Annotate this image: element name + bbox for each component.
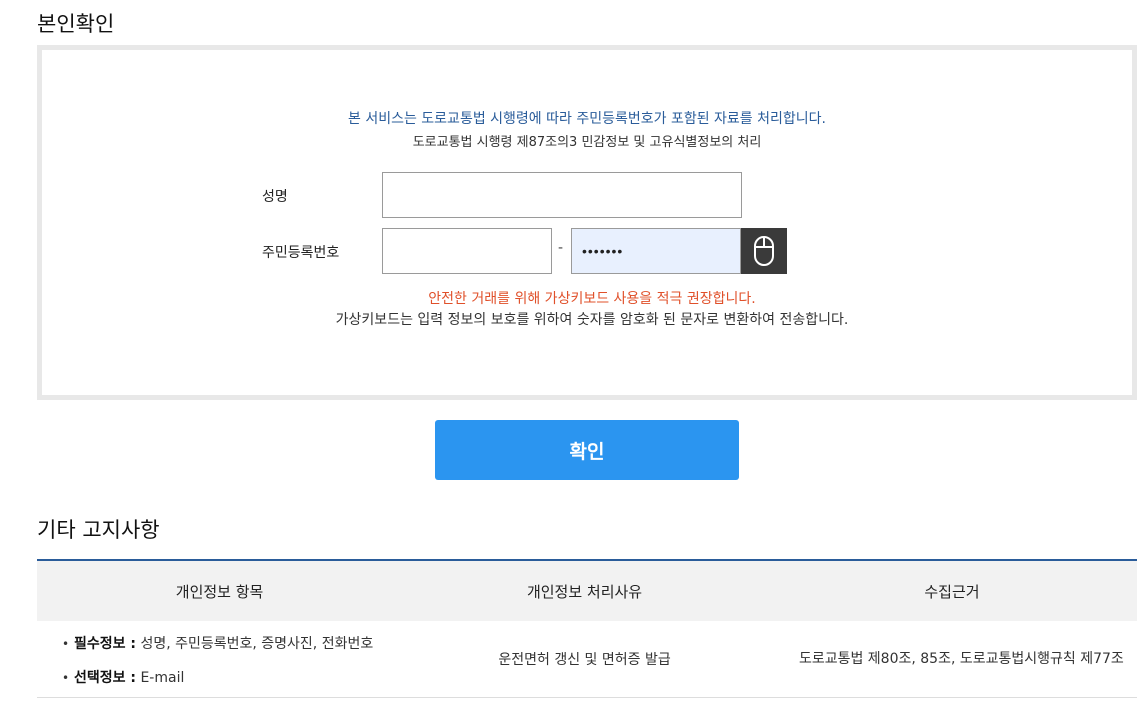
table-header-row: 개인정보 항목 개인정보 처리사유 수집근거 xyxy=(37,560,1137,621)
mouse-icon xyxy=(754,236,774,266)
rrn-back-input[interactable] xyxy=(571,228,741,274)
header-processing-reason: 개인정보 처리사유 xyxy=(402,560,767,621)
rrn-label: 주민등록번호 xyxy=(262,245,340,261)
section-title-other-notice: 기타 고지사항 xyxy=(37,518,160,542)
rrn-front-input[interactable] xyxy=(382,228,552,274)
required-label: 필수정보 : xyxy=(74,636,136,652)
info-items-list: 필수정보 : 성명, 주민등록번호, 증명사진, 전화번호 선택정보 : E-m… xyxy=(38,635,401,687)
identity-verification-box: 본 서비스는 도로교통법 시행령에 따라 주민등록번호가 포함된 자료를 처리합… xyxy=(37,45,1137,400)
info-items-cell: 필수정보 : 성명, 주민등록번호, 증명사진, 전화번호 선택정보 : E-m… xyxy=(37,621,403,698)
name-input[interactable] xyxy=(382,172,742,218)
processing-reason-cell: 운전면허 갱신 및 면허증 발급 xyxy=(402,621,767,698)
rrn-separator: - xyxy=(558,240,564,256)
list-item-optional: 선택정보 : E-mail xyxy=(62,669,401,687)
list-item-required: 필수정보 : 성명, 주민등록번호, 증명사진, 전화번호 xyxy=(62,635,401,653)
optional-items: E-mail xyxy=(136,670,185,686)
table-row: 필수정보 : 성명, 주민등록번호, 증명사진, 전화번호 선택정보 : E-m… xyxy=(37,621,1137,698)
virtual-keyboard-info: 가상키보드는 입력 정보의 보호를 위하여 숫자를 암호화 된 문자로 변환하여… xyxy=(335,312,849,328)
header-info-items: 개인정보 항목 xyxy=(37,560,403,621)
collection-basis-cell: 도로교통법 제80조, 85조, 도로교통법시행규칙 제77조 xyxy=(766,621,1137,698)
confirm-button[interactable]: 확인 xyxy=(435,420,739,480)
required-items: 성명, 주민등록번호, 증명사진, 전화번호 xyxy=(136,636,374,652)
virtual-keyboard-recommendation: 안전한 거래를 위해 가상키보드 사용을 적극 권장합니다. xyxy=(428,291,756,307)
name-label: 성명 xyxy=(262,189,288,205)
optional-label: 선택정보 : xyxy=(74,670,136,686)
header-collection-basis: 수집근거 xyxy=(766,560,1137,621)
service-notice: 본 서비스는 도로교통법 시행령에 따라 주민등록번호가 포함된 자료를 처리합… xyxy=(348,111,826,127)
law-notice: 도로교통법 시행령 제87조의3 민감정보 및 고유식별정보의 처리 xyxy=(412,135,762,150)
virtual-keyboard-button[interactable] xyxy=(741,228,787,274)
privacy-notice-table: 개인정보 항목 개인정보 처리사유 수집근거 필수정보 : 성명, 주민등록번호… xyxy=(37,559,1137,698)
section-title-identity: 본인확인 xyxy=(37,12,115,36)
